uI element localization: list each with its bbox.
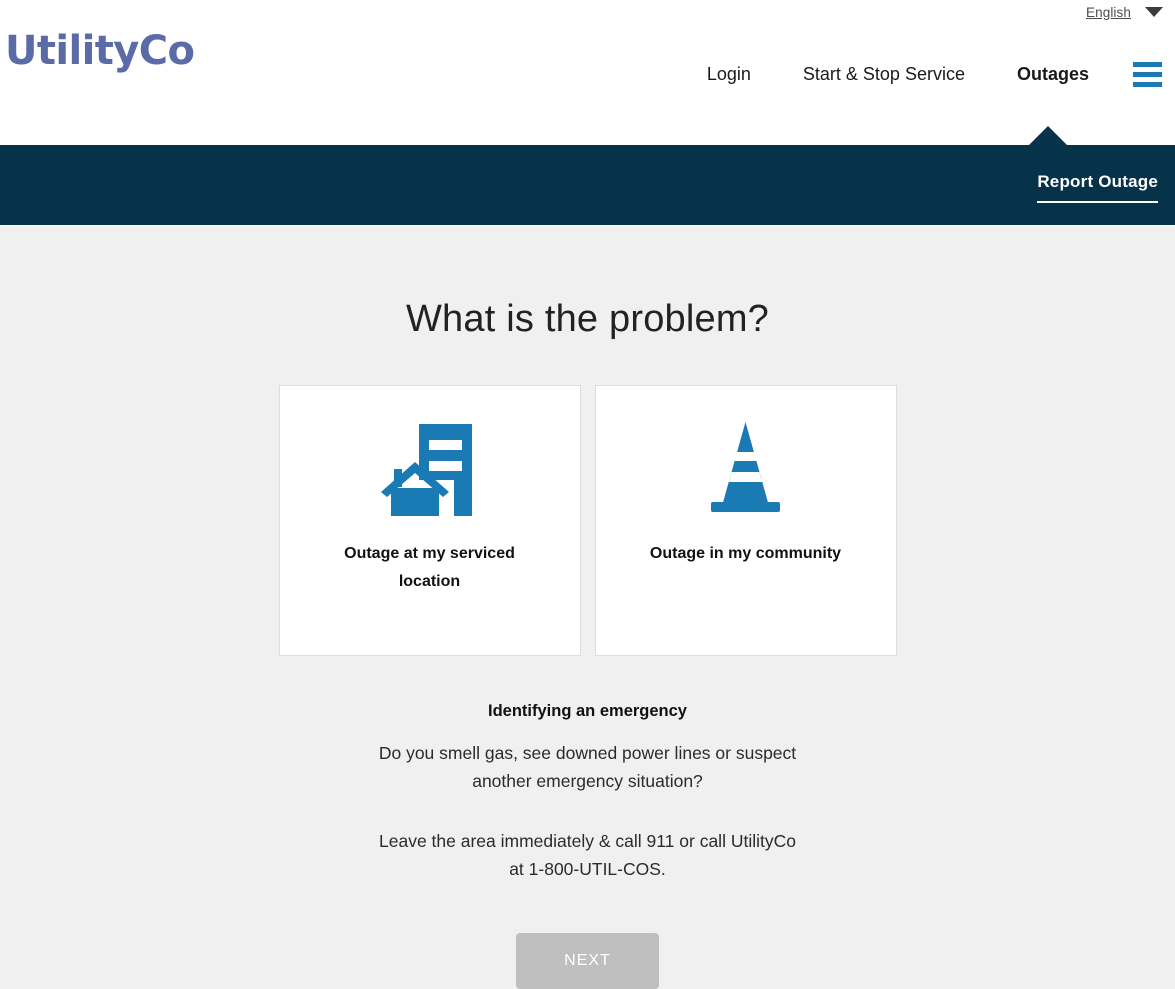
nav-item-login[interactable]: Login: [707, 64, 751, 85]
building-and-house-icon: [377, 406, 482, 526]
hamburger-bar: [1133, 82, 1162, 87]
traffic-cone-icon: [693, 406, 798, 526]
main-content: What is the problem? Outage at my servic…: [0, 227, 1175, 989]
option-card-community[interactable]: Outage in my community: [594, 385, 897, 656]
active-tab-pointer-icon: [1029, 126, 1067, 145]
nav-item-start-stop-service[interactable]: Start & Stop Service: [803, 64, 965, 85]
option-card-serviced-location[interactable]: Outage at my serviced location: [278, 385, 581, 656]
site-header: English UtilityCo Login Start & Stop Ser…: [0, 0, 1175, 145]
option-card-label: Outage in my community: [649, 545, 842, 562]
main-navigation: Login Start & Stop Service Outages: [707, 62, 1175, 87]
page-title: What is the problem?: [405, 298, 770, 340]
hamburger-menu-icon[interactable]: [1133, 62, 1162, 87]
next-button-container: NEXT: [0, 933, 1175, 989]
emergency-title: Identifying an emergency: [488, 702, 687, 720]
nav-item-outages[interactable]: Outages: [1017, 64, 1089, 85]
emergency-info: Identifying an emergency Do you smell ga…: [0, 702, 1175, 883]
chevron-down-icon[interactable]: [1145, 7, 1163, 17]
option-card-label: Outage at my serviced location: [344, 545, 515, 590]
next-button[interactable]: NEXT: [516, 933, 659, 989]
hamburger-bar: [1133, 62, 1162, 67]
emergency-paragraph-1: Do you smell gas, see downed power lines…: [378, 743, 797, 792]
site-logo[interactable]: UtilityCo: [5, 31, 195, 71]
problem-options: Outage at my serviced location Outage in…: [0, 385, 1175, 656]
emergency-paragraph-2: Leave the area immediately & call 911 or…: [379, 830, 796, 880]
hamburger-bar: [1133, 72, 1162, 77]
language-link[interactable]: English: [1086, 5, 1131, 20]
subnav-item-report-outage[interactable]: Report Outage: [1037, 172, 1158, 203]
subnav-bar: Report Outage: [0, 126, 1175, 225]
page-root: English UtilityCo Login Start & Stop Ser…: [0, 0, 1175, 989]
language-selector[interactable]: English: [1086, 2, 1163, 22]
